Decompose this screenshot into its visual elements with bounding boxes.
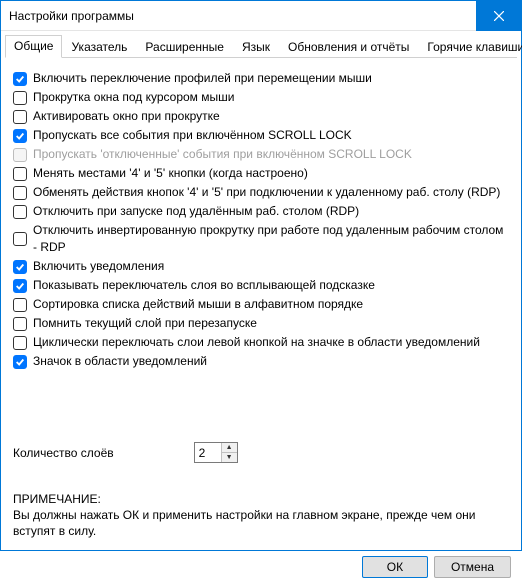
checkbox-sort-actions-alpha[interactable] [13, 298, 27, 312]
option-row: Сортировка списка действий мыши в алфави… [13, 296, 509, 313]
option-label: Активировать окно при прокрутке [33, 108, 220, 125]
option-row: Показывать переключатель слоя во всплыва… [13, 277, 509, 294]
spin-buttons: ▲ ▼ [221, 443, 237, 462]
checkbox-skip-disabled-scroll-lock [13, 148, 27, 162]
checkbox-swap-4-5-rdp[interactable] [13, 186, 27, 200]
tab-hotkeys[interactable]: Горячие клавиши [418, 36, 522, 58]
tab-content-general: Включить переключение профилей при перем… [1, 58, 521, 548]
option-label: Обменять действия кнопок '4' и '5' при п… [33, 184, 500, 201]
tab-bar: Общие Указатель Расширенные Язык Обновле… [1, 31, 521, 57]
option-row: Помнить текущий слой при перезапуске [13, 315, 509, 332]
tab-general[interactable]: Общие [5, 35, 62, 58]
ok-button[interactable]: ОК [362, 556, 428, 578]
option-row: Включить уведомления [13, 258, 509, 275]
tab-updates[interactable]: Обновления и отчёты [279, 36, 418, 58]
option-label: Прокрутка окна под курсором мыши [33, 89, 234, 106]
checkbox-activate-on-scroll[interactable] [13, 110, 27, 124]
spin-up[interactable]: ▲ [222, 443, 237, 453]
option-row: Пропускать все события при включённом SC… [13, 127, 509, 144]
tab-advanced[interactable]: Расширенные [136, 36, 233, 58]
checkbox-enable-notifications[interactable] [13, 260, 27, 274]
checkbox-skip-scroll-lock[interactable] [13, 129, 27, 143]
close-icon [494, 11, 504, 21]
note-section: ПРИМЕЧАНИЕ: Вы должны нажать ОК и примен… [13, 491, 509, 540]
layers-row: Количество слоёв ▲ ▼ [13, 442, 509, 463]
note-heading: ПРИМЕЧАНИЕ: [13, 491, 509, 507]
option-label: Отключить инвертированную прокрутку при … [33, 222, 509, 256]
checkbox-disable-on-rdp[interactable] [13, 205, 27, 219]
option-label: Показывать переключатель слоя во всплыва… [33, 277, 375, 294]
option-label: Включить уведомления [33, 258, 164, 275]
checkbox-swap-4-5[interactable] [13, 167, 27, 181]
layers-spinbox: ▲ ▼ [194, 442, 238, 463]
titlebar: Настройки программы [1, 1, 521, 31]
layers-label: Количество слоёв [13, 446, 114, 460]
checkbox-enable-profile-switch[interactable] [13, 72, 27, 86]
checkbox-show-layer-switch-tooltip[interactable] [13, 279, 27, 293]
option-row: Отключить при запуске под удалённым раб.… [13, 203, 509, 220]
option-row: Активировать окно при прокрутке [13, 108, 509, 125]
note-body: Вы должны нажать ОК и применить настройк… [13, 508, 476, 538]
cancel-button[interactable]: Отмена [434, 556, 511, 578]
checkbox-disable-invert-scroll-rdp[interactable] [13, 232, 27, 246]
option-row: Менять местами '4' и '5' кнопки (когда н… [13, 165, 509, 182]
option-row: Отключить инвертированную прокрутку при … [13, 222, 509, 256]
option-label: Менять местами '4' и '5' кнопки (когда н… [33, 165, 308, 182]
checkbox-remember-layer[interactable] [13, 317, 27, 331]
option-row: Включить переключение профилей при перем… [13, 70, 509, 87]
option-label: Пропускать 'отключенные' события при вкл… [33, 146, 412, 163]
option-label: Сортировка списка действий мыши в алфави… [33, 296, 363, 313]
option-row: Циклически переключать слои левой кнопко… [13, 334, 509, 351]
checkbox-scroll-under-cursor[interactable] [13, 91, 27, 105]
option-row: Пропускать 'отключенные' события при вкл… [13, 146, 509, 163]
tab-language[interactable]: Язык [233, 36, 279, 58]
option-label: Пропускать все события при включённом SC… [33, 127, 352, 144]
option-row: Значок в области уведомлений [13, 353, 509, 370]
option-label: Помнить текущий слой при перезапуске [33, 315, 257, 332]
option-label: Включить переключение профилей при перем… [33, 70, 372, 87]
checkbox-tray-icon[interactable] [13, 355, 27, 369]
option-label: Отключить при запуске под удалённым раб.… [33, 203, 359, 220]
dialog-footer: ОК Отмена [1, 548, 521, 588]
layers-input[interactable] [195, 443, 221, 462]
option-label: Циклически переключать слои левой кнопко… [33, 334, 480, 351]
tab-pointer[interactable]: Указатель [62, 36, 136, 58]
option-label: Значок в области уведомлений [33, 353, 207, 370]
checkbox-cycle-layers-leftclick[interactable] [13, 336, 27, 350]
close-button[interactable] [476, 1, 521, 31]
option-row: Обменять действия кнопок '4' и '5' при п… [13, 184, 509, 201]
option-row: Прокрутка окна под курсором мыши [13, 89, 509, 106]
spin-down[interactable]: ▼ [222, 453, 237, 462]
window-title: Настройки программы [9, 9, 134, 23]
